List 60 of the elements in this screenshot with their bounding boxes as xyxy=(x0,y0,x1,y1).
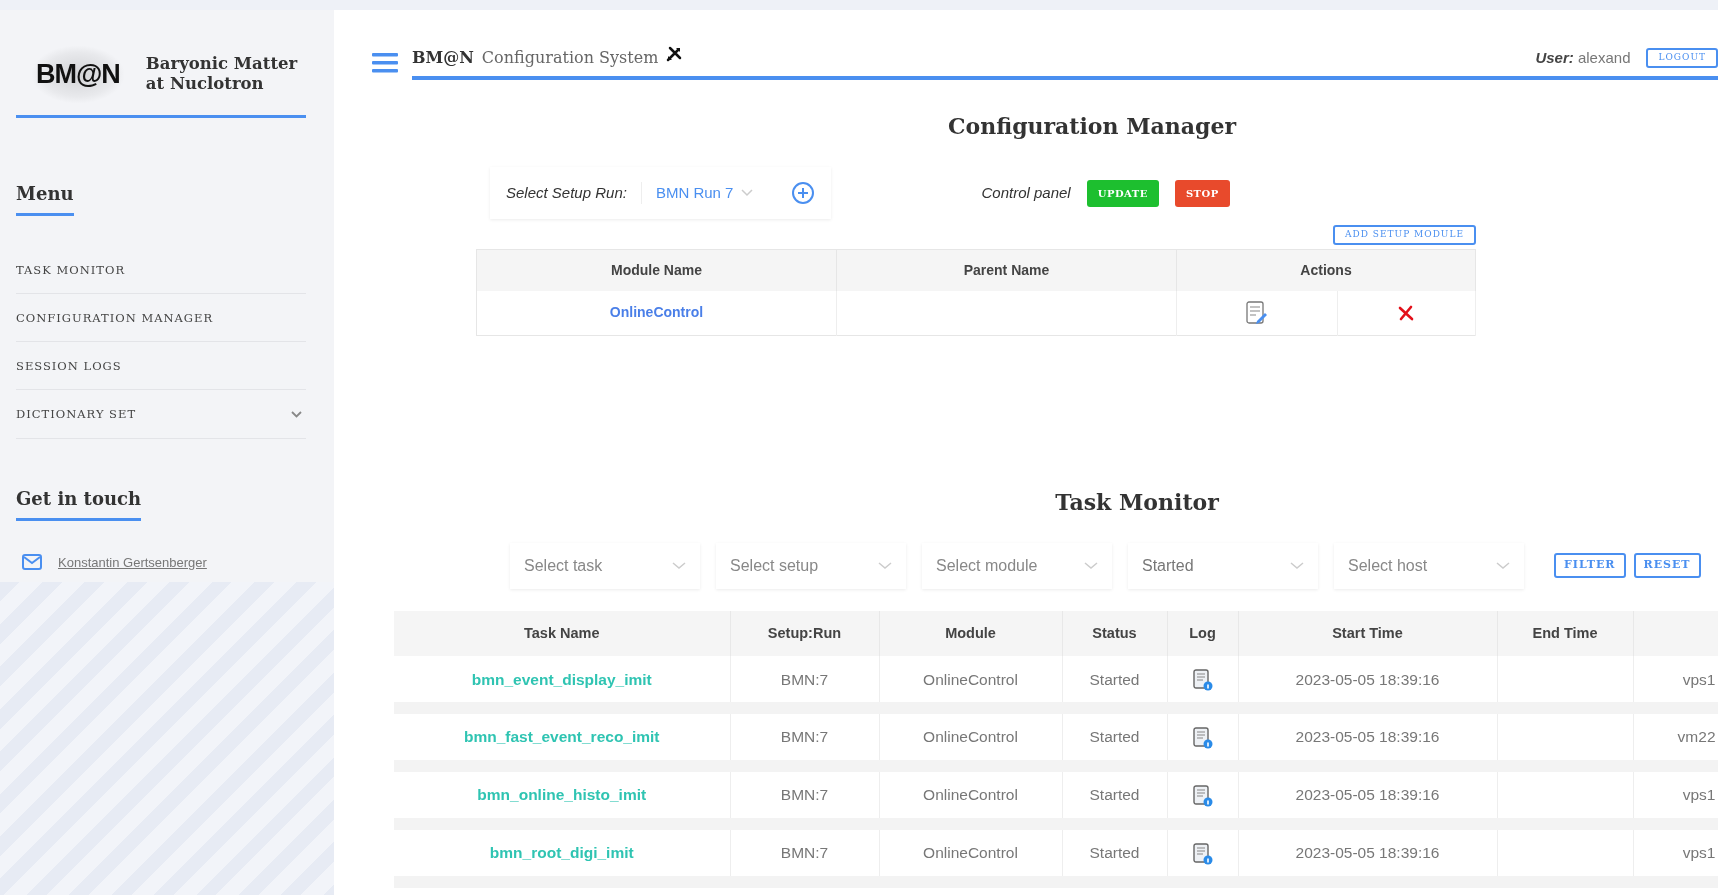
menu-item[interactable]: TASK MONITOR xyxy=(16,245,306,294)
column-header: Module xyxy=(879,610,1062,657)
chevron-down-icon xyxy=(291,411,302,419)
brand-name: BM@N xyxy=(412,47,474,69)
log-file-icon[interactable] xyxy=(1192,727,1213,750)
control-button[interactable]: UPDATE xyxy=(1086,179,1159,207)
chevron-down-icon xyxy=(1496,561,1510,570)
log-file-icon[interactable] xyxy=(1192,842,1213,865)
filter-dropdown[interactable]: Select setup xyxy=(716,542,906,589)
chevron-down-icon xyxy=(672,561,686,570)
add-circle-icon[interactable] xyxy=(791,181,816,205)
task-link[interactable]: bmn_root_digi_imit xyxy=(489,844,634,862)
task-link[interactable]: bmn_online_histo_imit xyxy=(477,786,647,804)
filter-button[interactable]: FILTER xyxy=(1554,553,1626,578)
column-header: Setup:Run xyxy=(730,610,879,657)
filter-dropdown[interactable]: Started xyxy=(1128,542,1318,589)
tools-icon xyxy=(666,46,683,62)
column-header: End Time xyxy=(1497,610,1633,657)
column-header: Actions xyxy=(1176,249,1476,291)
filter-button[interactable]: RESET xyxy=(1633,553,1701,578)
column-header: Log xyxy=(1167,610,1238,657)
menu-item[interactable]: DICTIONARY SET xyxy=(16,390,306,439)
filter-dropdown[interactable]: Select module xyxy=(922,542,1112,589)
filter-dropdown[interactable]: Select task xyxy=(510,542,700,589)
menu-item[interactable]: SESSION LOGS xyxy=(16,342,306,391)
setup-run-dropdown[interactable]: BMN Run 7 xyxy=(640,181,754,205)
control-panel-label: Control panel xyxy=(981,182,1071,203)
column-header: Start Time xyxy=(1238,610,1497,657)
setup-run-label: Select Setup Run: xyxy=(506,182,627,203)
add-setup-module-button[interactable]: ADD SETUP MODULE xyxy=(1333,225,1476,245)
column-header: Task Name xyxy=(394,610,730,657)
user-label: User: alexand xyxy=(1535,47,1631,68)
column-header: Status xyxy=(1062,610,1167,657)
section-title: Task Monitor xyxy=(1055,488,1219,515)
log-file-icon[interactable] xyxy=(1192,669,1213,692)
contact-heading: Get in touch xyxy=(16,484,142,521)
mail-icon xyxy=(22,554,42,571)
column-header: Parent Name xyxy=(836,249,1177,291)
logout-button[interactable]: LOGOUT xyxy=(1646,48,1718,68)
header-title: Configuration System xyxy=(481,47,659,69)
filter-dropdown[interactable]: Select host xyxy=(1334,542,1524,589)
delete-icon[interactable] xyxy=(1398,305,1415,322)
module-link[interactable]: OnlineControl xyxy=(609,304,704,320)
edit-icon[interactable] xyxy=(1245,300,1268,325)
log-file-icon[interactable] xyxy=(1192,784,1213,807)
control-button[interactable]: STOP xyxy=(1174,179,1230,207)
menu-item[interactable]: CONFIGURATION MANAGER xyxy=(16,293,306,342)
task-link[interactable]: bmn_event_display_imit xyxy=(471,670,652,688)
contact-link[interactable]: Konstantin Gertsenberger xyxy=(58,552,207,572)
menu-heading: Menu xyxy=(16,179,74,216)
column-header: Module Name xyxy=(476,249,837,291)
chevron-down-icon xyxy=(1084,561,1098,570)
menu-icon[interactable] xyxy=(372,53,398,73)
section-title: Configuration Manager xyxy=(947,113,1237,139)
logo-text: BM@N xyxy=(32,46,124,103)
task-link[interactable]: bmn_fast_event_reco_imit xyxy=(463,728,660,746)
site-title: Baryonic Matter at Nuclotron xyxy=(145,53,298,95)
chevron-down-icon xyxy=(741,189,754,197)
chevron-down-icon xyxy=(1290,561,1304,570)
chevron-down-icon xyxy=(878,561,892,570)
